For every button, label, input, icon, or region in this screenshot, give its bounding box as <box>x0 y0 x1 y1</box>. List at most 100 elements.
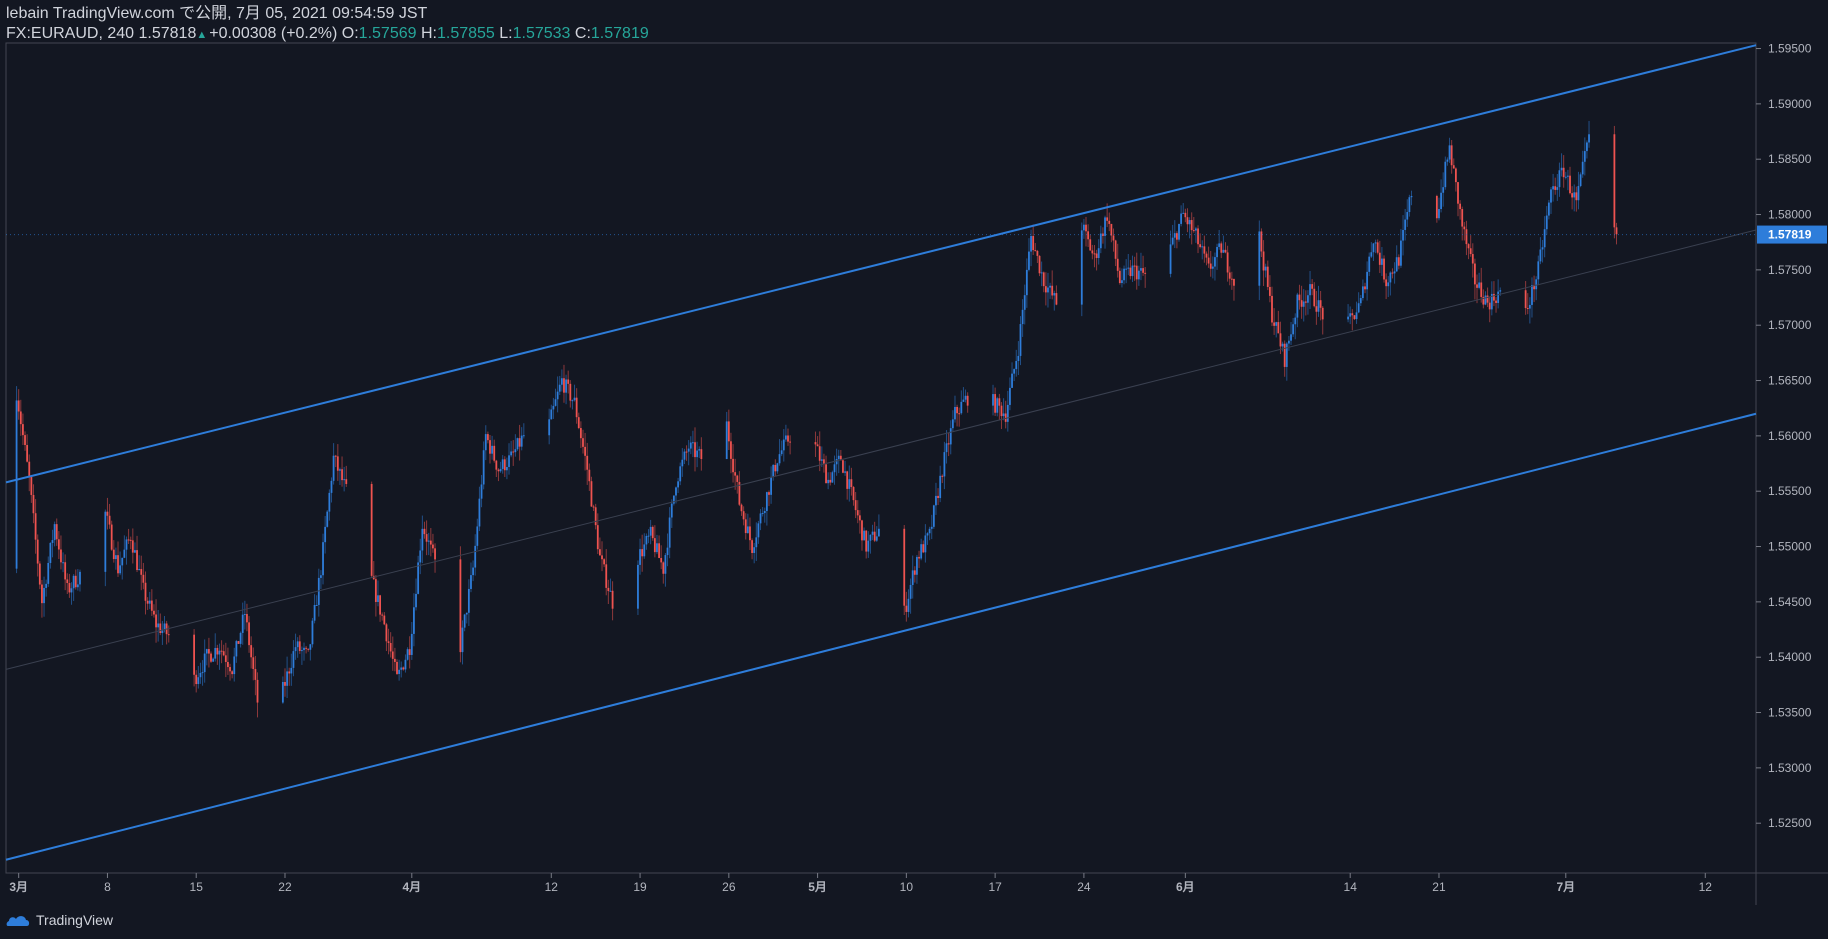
candle <box>290 653 293 686</box>
candle-body <box>155 614 157 628</box>
candle <box>1381 247 1383 276</box>
candle-body <box>909 584 912 599</box>
candle-body <box>1535 279 1538 290</box>
candle-body <box>1004 413 1007 422</box>
candle-body <box>649 526 652 536</box>
candle <box>60 535 62 570</box>
candle <box>1288 336 1290 351</box>
candle-body <box>131 540 134 553</box>
candle <box>1017 341 1020 376</box>
candle-body <box>476 526 479 546</box>
candle-body <box>1474 263 1476 285</box>
candle <box>157 609 160 642</box>
candle <box>74 569 77 590</box>
candle <box>1410 190 1413 206</box>
candle-body <box>590 481 593 507</box>
candle <box>45 579 48 597</box>
candle <box>57 531 60 560</box>
candle-body <box>687 448 690 452</box>
candle-body <box>1588 134 1590 143</box>
candle <box>165 620 168 645</box>
candle <box>476 518 479 550</box>
candle <box>115 547 117 570</box>
candle <box>1543 216 1546 258</box>
candle-body <box>491 445 494 454</box>
candle-body <box>427 540 430 542</box>
candle <box>387 628 390 655</box>
candle-body <box>926 533 929 536</box>
footer: TradingView <box>6 908 113 932</box>
candle <box>1264 263 1267 278</box>
candle <box>1209 250 1212 277</box>
candle-body <box>577 417 580 429</box>
candle-body <box>852 487 855 501</box>
candle-body <box>1133 265 1136 267</box>
candle-body <box>1116 258 1119 271</box>
candle-body <box>1361 286 1364 299</box>
candle <box>605 549 608 596</box>
candle-body <box>1452 165 1455 169</box>
candle-body <box>212 658 215 662</box>
candle <box>129 536 132 550</box>
candle <box>66 573 69 594</box>
candle-body <box>465 612 468 615</box>
candle-body <box>1218 243 1221 247</box>
y-tick-label: 1.59000 <box>1768 97 1812 111</box>
candle-body <box>328 492 331 512</box>
candle-body <box>389 643 392 652</box>
candle <box>875 526 878 542</box>
candle <box>1378 240 1381 274</box>
candle-body <box>1112 235 1115 241</box>
candle <box>142 562 145 590</box>
candle-body <box>315 604 318 606</box>
candle-body <box>423 528 426 535</box>
candle-body <box>379 595 381 615</box>
candle <box>1524 281 1527 315</box>
candle-body <box>681 459 684 467</box>
candle <box>947 432 950 457</box>
candle <box>1446 157 1449 166</box>
candle <box>765 491 768 526</box>
candle <box>484 425 487 461</box>
candle <box>651 525 654 541</box>
candle <box>681 448 684 477</box>
candle-body <box>146 600 149 604</box>
candle-body <box>1554 186 1557 190</box>
candle-body <box>510 451 513 456</box>
candle-body <box>117 555 119 574</box>
candle-body <box>300 650 303 652</box>
candle-body <box>417 562 420 594</box>
candle <box>229 663 231 681</box>
candle-body <box>298 641 301 651</box>
candle <box>522 423 525 439</box>
candle <box>1351 309 1354 331</box>
candle <box>1190 212 1193 245</box>
candle <box>1471 243 1474 278</box>
candle <box>584 432 587 471</box>
candle-body <box>1493 293 1495 301</box>
candle <box>1188 217 1191 239</box>
candle <box>727 409 730 450</box>
candle <box>235 639 238 663</box>
candle <box>755 522 758 561</box>
candle-body <box>210 653 212 662</box>
candle-body <box>518 438 521 447</box>
candle <box>153 604 155 618</box>
candle <box>1383 255 1385 283</box>
candle <box>1135 252 1138 290</box>
candle <box>478 486 481 532</box>
candle <box>123 535 126 559</box>
candle <box>732 444 734 483</box>
candle <box>248 616 250 653</box>
candle <box>121 557 124 580</box>
candle-body <box>53 524 56 541</box>
candle-body <box>770 476 772 495</box>
price-chart[interactable]: 1.52500 1.53000 1.53500 1.54000 1.54500 1.550… <box>0 0 1828 905</box>
candle <box>1197 225 1199 254</box>
candle <box>746 513 749 534</box>
candle-body <box>199 672 202 678</box>
candle <box>774 459 777 477</box>
candle-body <box>1030 236 1032 252</box>
candle-body <box>334 455 337 457</box>
candle-body <box>554 399 557 406</box>
